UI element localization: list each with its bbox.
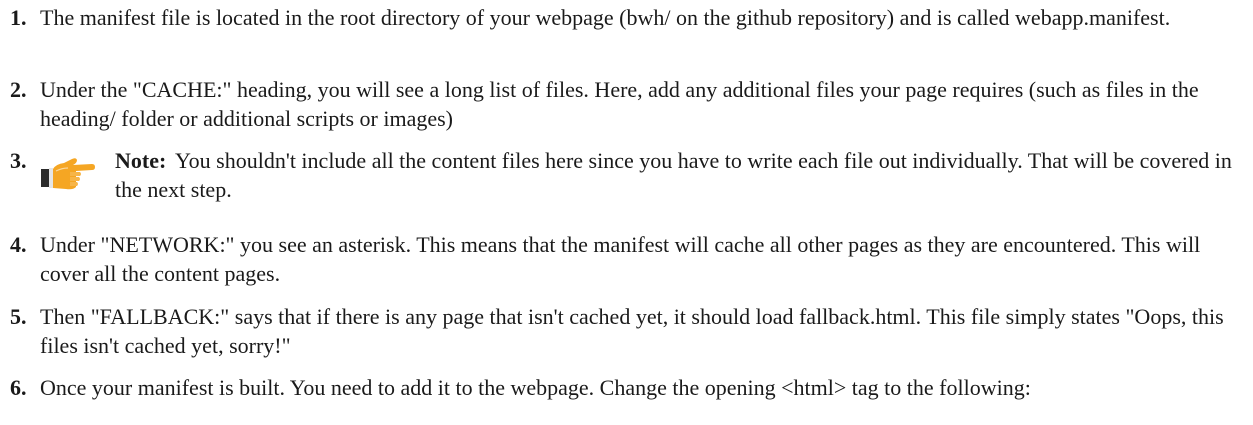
list-item: 4. Under "NETWORK:" you see an asterisk.… xyxy=(10,230,1245,288)
list-item: 2. Under the "CACHE:" heading, you will … xyxy=(10,75,1245,133)
step-number: 4. xyxy=(10,232,27,257)
pointing-hand-icon xyxy=(41,158,95,190)
list-item: 1. The manifest file is located in the r… xyxy=(10,3,1245,32)
list-item: 5. Then "FALLBACK:" says that if there i… xyxy=(10,302,1245,360)
list-item-note: 3. Note: You shouldn't include all the c… xyxy=(10,146,1245,204)
note-content: Note: You shouldn't include all the cont… xyxy=(115,146,1245,204)
step-text: Then "FALLBACK:" says that if there is a… xyxy=(40,304,1224,358)
step-text: Once your manifest is built. You need to… xyxy=(40,375,1031,400)
step-text: Under "NETWORK:" you see an asterisk. Th… xyxy=(40,232,1201,286)
note-label: Note: xyxy=(115,148,167,173)
step-number: 1. xyxy=(10,5,27,30)
step-text: Under the "CACHE:" heading, you will see… xyxy=(40,77,1199,131)
step-text: The manifest file is located in the root… xyxy=(40,5,1171,30)
note-text: You shouldn't include all the content fi… xyxy=(115,148,1232,202)
list-item: 6. Once your manifest is built. You need… xyxy=(10,373,1245,402)
step-number: 2. xyxy=(10,77,27,102)
step-number: 5. xyxy=(10,304,27,329)
step-number: 3. xyxy=(10,148,27,173)
step-number: 6. xyxy=(10,375,27,400)
